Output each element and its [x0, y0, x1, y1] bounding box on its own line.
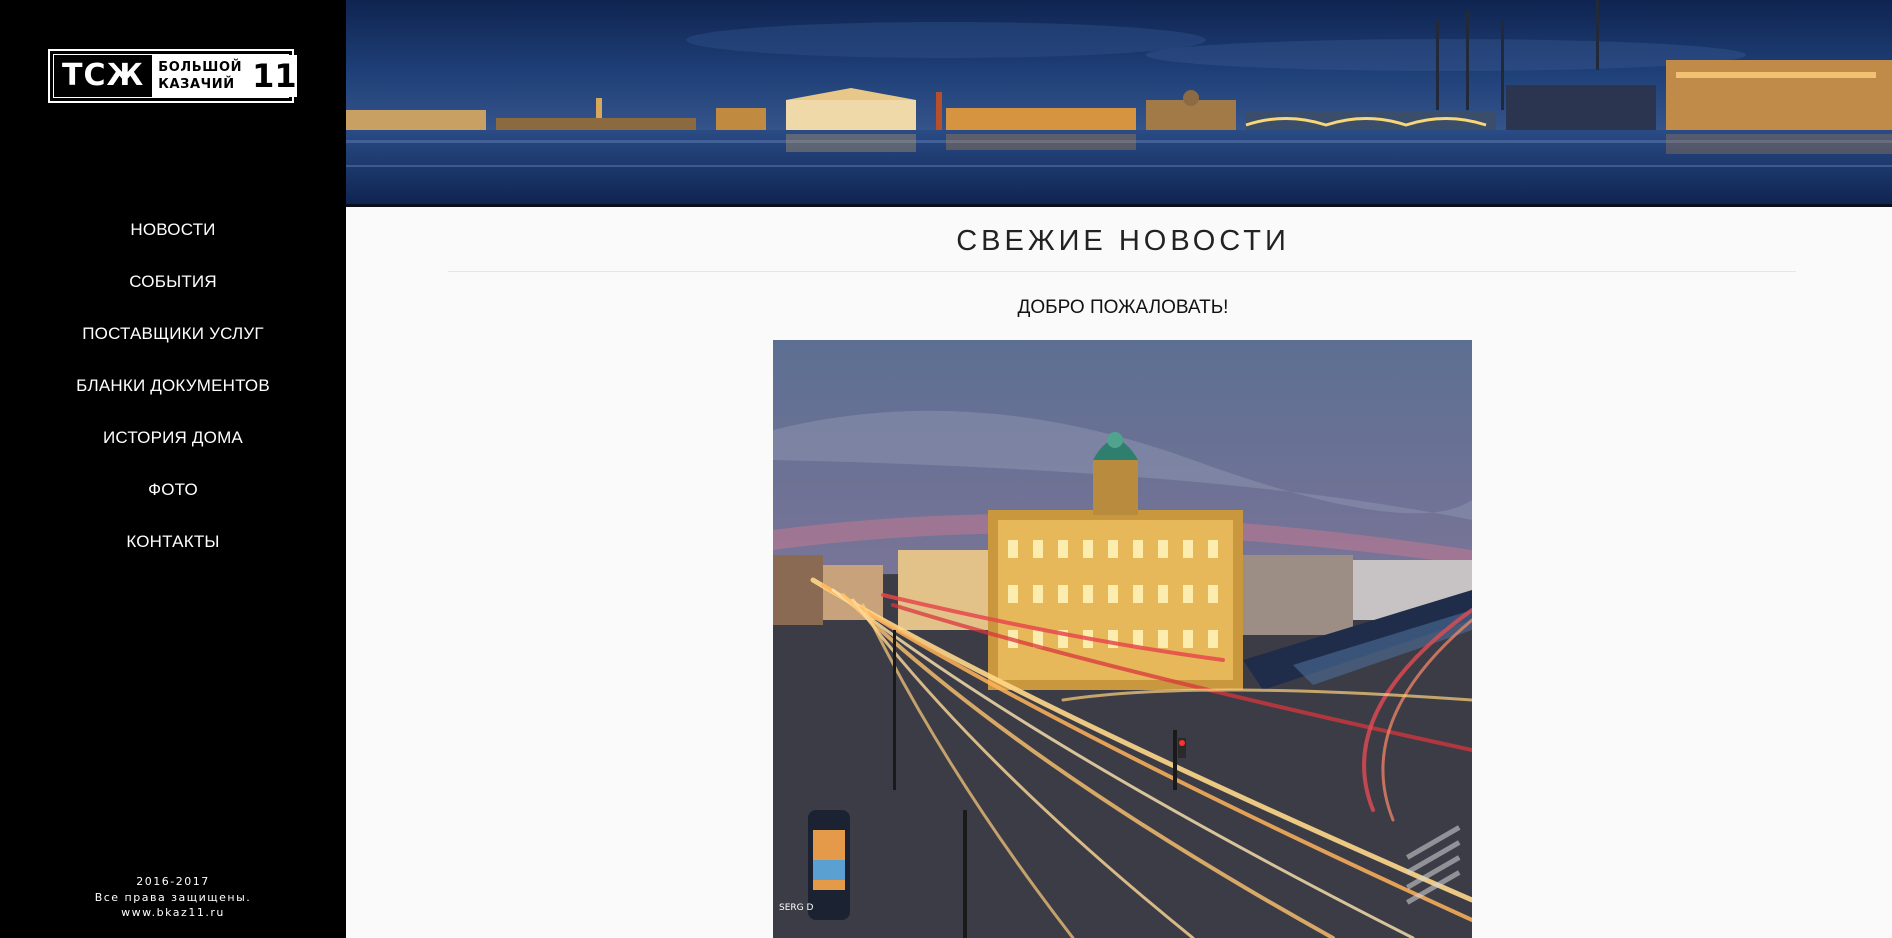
footer-rights: Все права защищены.	[94, 890, 252, 904]
nav-item-photo[interactable]: ФОТО	[0, 472, 346, 524]
nav-item-events[interactable]: СОБЫТИЯ	[0, 264, 346, 316]
nav-item-providers[interactable]: ПОСТАВЩИКИ УСЛУГ	[0, 316, 346, 368]
site-logo[interactable]: ТСЖ БОЛЬШОЙ КАЗАЧИЙ 11	[48, 49, 297, 103]
nav-item-contacts[interactable]: КОНТАКТЫ	[0, 524, 346, 576]
logo-line1: БОЛЬШОЙ	[158, 60, 243, 75]
logo-name-box: БОЛЬШОЙ КАЗАЧИЙ 11	[152, 55, 297, 97]
sidebar: ТСЖ БОЛЬШОЙ КАЗАЧИЙ 11 НОВОСТИ СОБЫТИЯ П…	[0, 0, 346, 938]
footer-years: 2016-2017	[136, 875, 210, 888]
logo-words: БОЛЬШОЙ КАЗАЧИЙ	[158, 59, 242, 93]
title-divider	[448, 271, 1796, 272]
content-area: СВЕЖИЕ НОВОСТИ ДОБРО ПОЖАЛОВАТЬ! SERG D	[346, 207, 1892, 938]
sidebar-footer: 2016-2017 Все права защищены. www.bkaz11…	[0, 874, 346, 921]
main-nav: НОВОСТИ СОБЫТИЯ ПОСТАВЩИКИ УСЛУГ БЛАНКИ …	[0, 212, 346, 576]
logo-line2: КАЗАЧИЙ	[158, 77, 235, 92]
nav-item-documents[interactable]: БЛАНКИ ДОКУМЕНТОВ	[0, 368, 346, 420]
logo-number: 11	[252, 57, 297, 95]
logo-frame: ТСЖ БОЛЬШОЙ КАЗАЧИЙ 11	[53, 54, 297, 98]
page-title: СВЕЖИЕ НОВОСТИ	[956, 225, 1290, 257]
post-image[interactable]: SERG D	[773, 340, 1472, 938]
footer-site: www.bkaz11.ru	[121, 906, 225, 919]
logo-abbr: ТСЖ	[62, 58, 145, 93]
post-title[interactable]: ДОБРО ПОЖАЛОВАТЬ!	[346, 297, 1892, 319]
city-night-photo: SERG D	[773, 340, 1472, 938]
night-river-panorama	[346, 0, 1892, 204]
nav-item-news[interactable]: НОВОСТИ	[0, 212, 346, 264]
header-banner-image	[346, 0, 1892, 207]
nav-item-history[interactable]: ИСТОРИЯ ДОМА	[0, 420, 346, 472]
photo-watermark: SERG D	[779, 903, 813, 913]
